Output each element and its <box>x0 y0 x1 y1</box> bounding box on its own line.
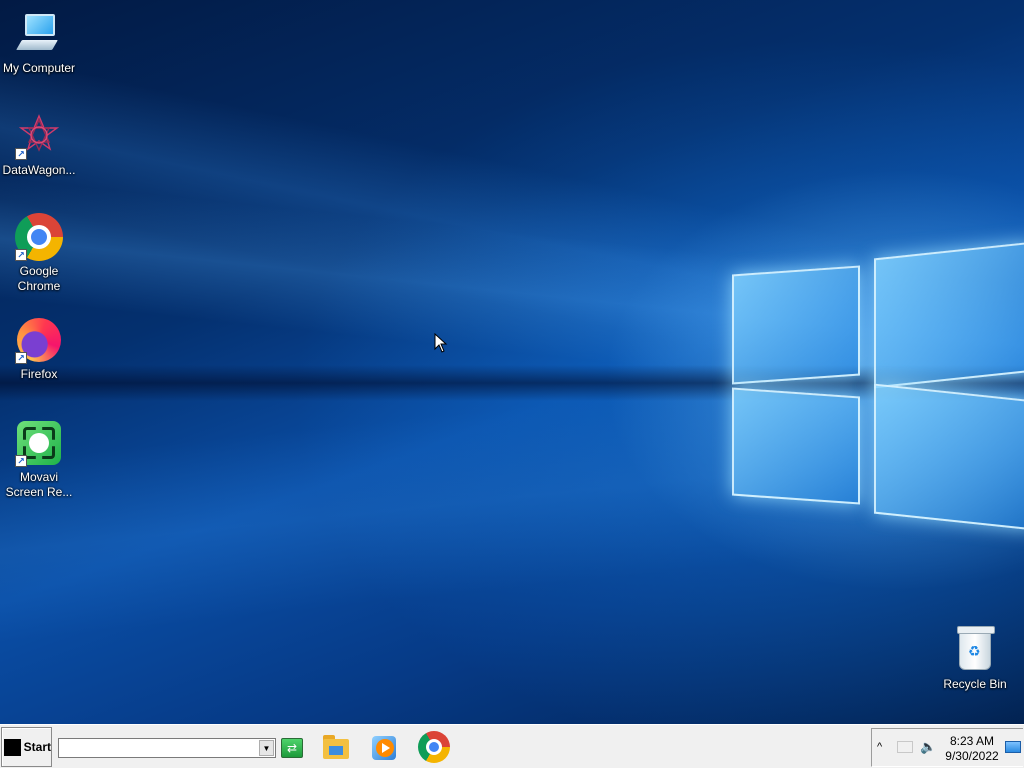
run-combobox[interactable]: ▼ <box>58 738 276 758</box>
desktop-icon-label: Firefox <box>20 367 58 381</box>
network-icon[interactable] <box>897 741 913 753</box>
light-beam <box>0 365 1024 401</box>
system-tray: ^ 🔈 8:23 AM 9/30/2022 <box>871 728 1023 767</box>
firefox-icon: ↗ <box>15 316 63 364</box>
desktop-icon-recycle-bin[interactable]: ♻ Recycle Bin <box>936 626 1014 692</box>
shortcut-arrow-icon: ↗ <box>15 455 27 467</box>
taskbar-google-chrome[interactable] <box>418 731 452 763</box>
light-beam <box>0 170 1024 426</box>
taskbar: Start ▼ ⇄ ^ 🔈 8:23 AM 9/30/2022 <box>0 724 1024 768</box>
start-label: Start <box>23 740 51 754</box>
desktop-icon-label: Movavi Screen Re... <box>5 470 73 499</box>
chrome-icon: ↗ <box>15 213 63 261</box>
desktop-icon-my-computer[interactable]: My Computer <box>0 10 78 76</box>
movavi-icon: ↗ <box>15 419 63 467</box>
light-beam <box>0 334 1024 650</box>
light-beam <box>0 41 1024 449</box>
dropdown-arrow-icon[interactable]: ▼ <box>259 740 274 756</box>
clock-time: 8:23 AM <box>949 734 995 748</box>
shortcut-arrow-icon: ↗ <box>15 249 27 261</box>
desktop-icon-datawagon[interactable]: ↗ DataWagon... <box>0 112 78 178</box>
desktop-icon-firefox[interactable]: ↗ Firefox <box>0 316 78 382</box>
desktop-icon-movavi[interactable]: ↗ Movavi Screen Re... <box>0 419 78 500</box>
logo-pane <box>732 265 860 385</box>
logo-pane <box>874 383 1024 531</box>
windows-logo <box>720 225 1024 555</box>
go-button[interactable]: ⇄ <box>281 738 303 758</box>
chrome-icon <box>418 731 450 763</box>
go-icon: ⇄ <box>286 741 298 755</box>
desktop-icon-label: DataWagon... <box>2 163 76 177</box>
run-input[interactable] <box>59 739 259 757</box>
clock-date: 9/30/2022 <box>945 749 999 763</box>
volume-icon[interactable]: 🔈 <box>920 739 936 755</box>
desktop-wallpaper[interactable]: My Computer ↗ DataWagon... ↗ Google Chro… <box>0 0 1024 724</box>
show-desktop-icon[interactable] <box>1005 741 1021 753</box>
logo-pane <box>732 387 860 505</box>
recycle-bin-icon: ♻ <box>951 626 999 674</box>
desktop-icon-google-chrome[interactable]: ↗ Google Chrome <box>0 213 78 294</box>
computer-icon <box>15 10 63 58</box>
start-icon <box>4 738 21 756</box>
start-button[interactable]: Start <box>1 727 52 767</box>
shortcut-arrow-icon: ↗ <box>15 148 27 160</box>
show-hidden-icons-chevron-icon[interactable]: ^ <box>877 741 882 753</box>
logo-pane <box>874 241 1024 389</box>
taskbar-media-player[interactable] <box>367 731 401 763</box>
desktop-icon-label: Recycle Bin <box>943 677 1007 691</box>
datawagon-icon: ↗ <box>15 112 63 160</box>
taskbar-file-explorer[interactable] <box>319 731 353 763</box>
shortcut-arrow-icon: ↗ <box>15 352 27 364</box>
mouse-cursor-icon <box>434 333 448 353</box>
desktop-icon-label: Google Chrome <box>17 264 61 293</box>
clock[interactable]: 8:23 AM 9/30/2022 <box>940 734 1004 764</box>
desktop-icon-label: My Computer <box>2 61 76 75</box>
